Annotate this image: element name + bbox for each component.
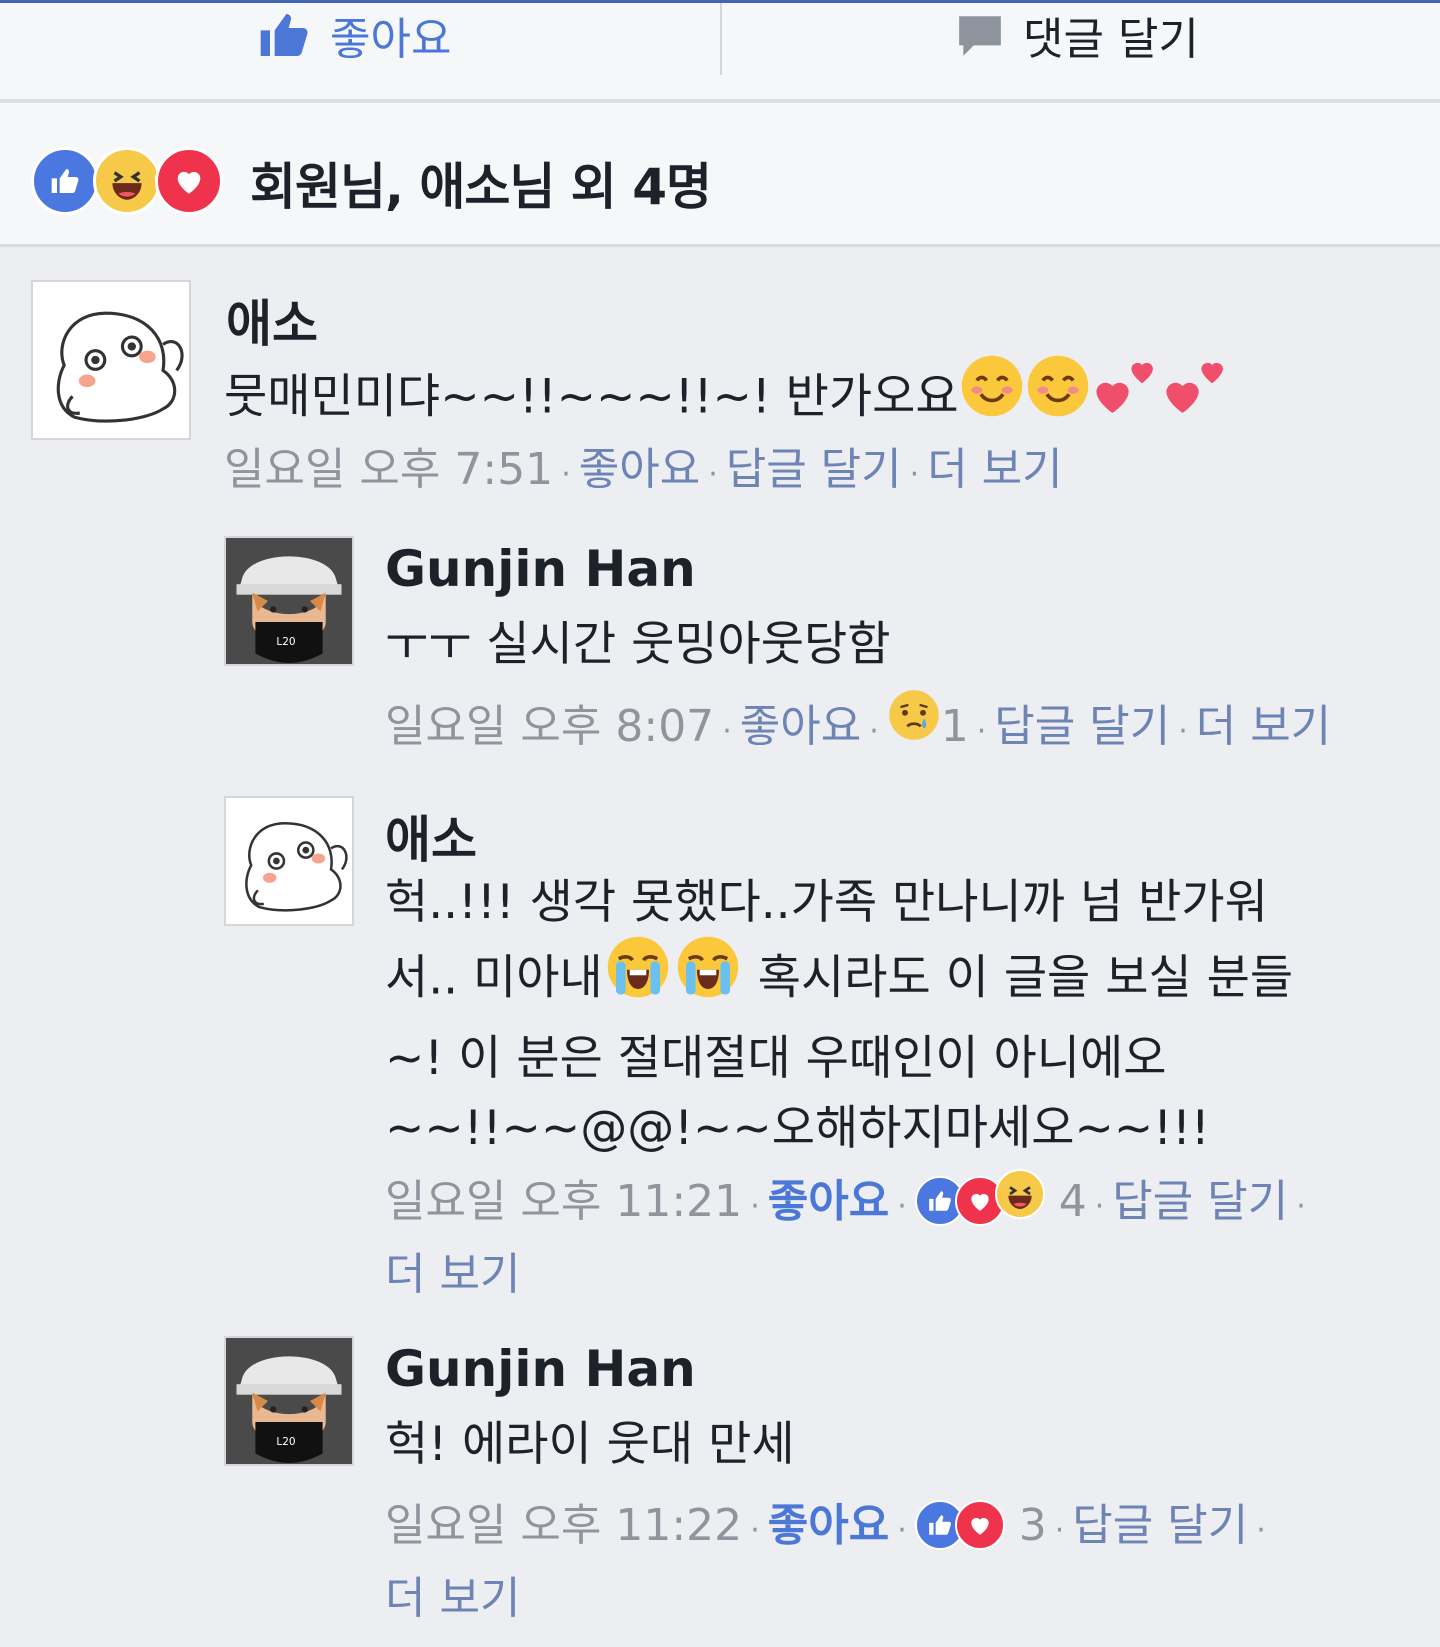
comment-time[interactable]: 일요일 오후 8:07 bbox=[385, 701, 714, 752]
like-button[interactable]: 좋아요 bbox=[256, 7, 451, 65]
loudly-crying-emoji bbox=[603, 934, 673, 1020]
reply-link[interactable]: 답글 달기 bbox=[1072, 1500, 1248, 1551]
comment-text: 뭇매민미댜~~!!~~~!!~! 반가오요 bbox=[224, 355, 1231, 443]
love-icon bbox=[155, 147, 223, 215]
thumbs-up-icon bbox=[256, 7, 312, 63]
blush-emoji bbox=[1025, 353, 1091, 439]
comment-meta: 일요일 오후 11:22 · 좋아요 · 3 · 답글 달기 · 더 보기 bbox=[385, 1492, 1274, 1633]
action-divider bbox=[720, 3, 722, 75]
comment-time[interactable]: 일요일 오후 7:51 bbox=[224, 444, 553, 495]
avatar[interactable] bbox=[224, 796, 354, 926]
reply-link[interactable]: 답글 달기 bbox=[1112, 1176, 1288, 1227]
reactions-summary[interactable]: 회원님, 애소님 외 4명 bbox=[0, 103, 1440, 247]
comment-reactions[interactable] bbox=[914, 1490, 1005, 1558]
haha-icon bbox=[93, 147, 161, 215]
reply-link[interactable]: 답글 달기 bbox=[994, 701, 1170, 752]
two-hearts-emoji bbox=[1091, 353, 1161, 439]
avatar[interactable] bbox=[224, 536, 354, 666]
avatar[interactable] bbox=[31, 280, 191, 440]
more-link[interactable]: 더 보기 bbox=[927, 444, 1062, 495]
comment-meta: 일요일 오후 11:21 · 좋아요 · 4 · 답글 달기 · 더 보기 bbox=[385, 1168, 1314, 1309]
comment-like-link[interactable]: 좋아요 bbox=[740, 701, 861, 752]
reaction-count[interactable]: 3 bbox=[1019, 1500, 1047, 1551]
more-link[interactable]: 더 보기 bbox=[385, 1249, 520, 1300]
reaction-icons bbox=[31, 147, 227, 215]
comment-button-label: 댓글 달기 bbox=[1023, 14, 1199, 65]
reply-link[interactable]: 답글 달기 bbox=[726, 444, 902, 495]
comment-meta: 일요일 오후 8:07 · 좋아요 · 1 · 답글 달기 · 더 보기 bbox=[385, 690, 1331, 766]
comment-reactions[interactable] bbox=[887, 688, 941, 762]
sad-icon bbox=[888, 690, 939, 740]
comment-reactions[interactable] bbox=[914, 1166, 1045, 1234]
comment-time[interactable]: 일요일 오후 11:21 bbox=[385, 1176, 742, 1227]
comment-author[interactable]: 애소 bbox=[385, 800, 477, 872]
comment-text: 헉..!!! 생각 못했다..가족 만나니까 넘 반가워 서.. 미아내 혹시라… bbox=[385, 875, 1294, 1156]
comment-like-link[interactable]: 좋아요 bbox=[579, 444, 700, 495]
comment-button[interactable]: 댓글 달기 bbox=[955, 7, 1199, 65]
reaction-count[interactable]: 1 bbox=[941, 701, 969, 752]
comment-author[interactable]: Gunjin Han bbox=[385, 540, 696, 598]
comment-icon bbox=[959, 16, 1001, 56]
comment-text: ㅜㅜ 실시간 웃밍아웃당함 bbox=[385, 617, 891, 672]
comment-author[interactable]: 애소 bbox=[226, 284, 318, 356]
post-action-bar: 좋아요 댓글 달기 bbox=[0, 3, 1440, 103]
haha-icon bbox=[994, 1169, 1045, 1219]
avatar[interactable] bbox=[224, 1336, 354, 1466]
comment-author[interactable]: Gunjin Han bbox=[385, 1340, 696, 1398]
reactions-summary-text: 회원님, 애소님 외 4명 bbox=[250, 158, 712, 216]
love-icon bbox=[954, 1500, 1005, 1550]
reaction-count[interactable]: 4 bbox=[1059, 1176, 1087, 1227]
comment-meta: 일요일 오후 7:51 · 좋아요 · 답글 달기 · 더 보기 bbox=[224, 444, 1063, 495]
comment-time[interactable]: 일요일 오후 11:22 bbox=[385, 1500, 742, 1551]
like-button-label: 좋아요 bbox=[330, 14, 452, 65]
two-hearts-emoji bbox=[1161, 353, 1231, 439]
loudly-crying-emoji bbox=[673, 934, 743, 1020]
comment-like-link[interactable]: 좋아요 bbox=[768, 1176, 889, 1227]
like-icon bbox=[31, 147, 99, 215]
comment-like-link[interactable]: 좋아요 bbox=[768, 1500, 889, 1551]
more-link[interactable]: 더 보기 bbox=[1196, 701, 1331, 752]
comment-text: 헉! 에라이 웃대 만세 bbox=[385, 1417, 795, 1472]
blush-emoji bbox=[959, 353, 1025, 439]
more-link[interactable]: 더 보기 bbox=[385, 1573, 520, 1624]
